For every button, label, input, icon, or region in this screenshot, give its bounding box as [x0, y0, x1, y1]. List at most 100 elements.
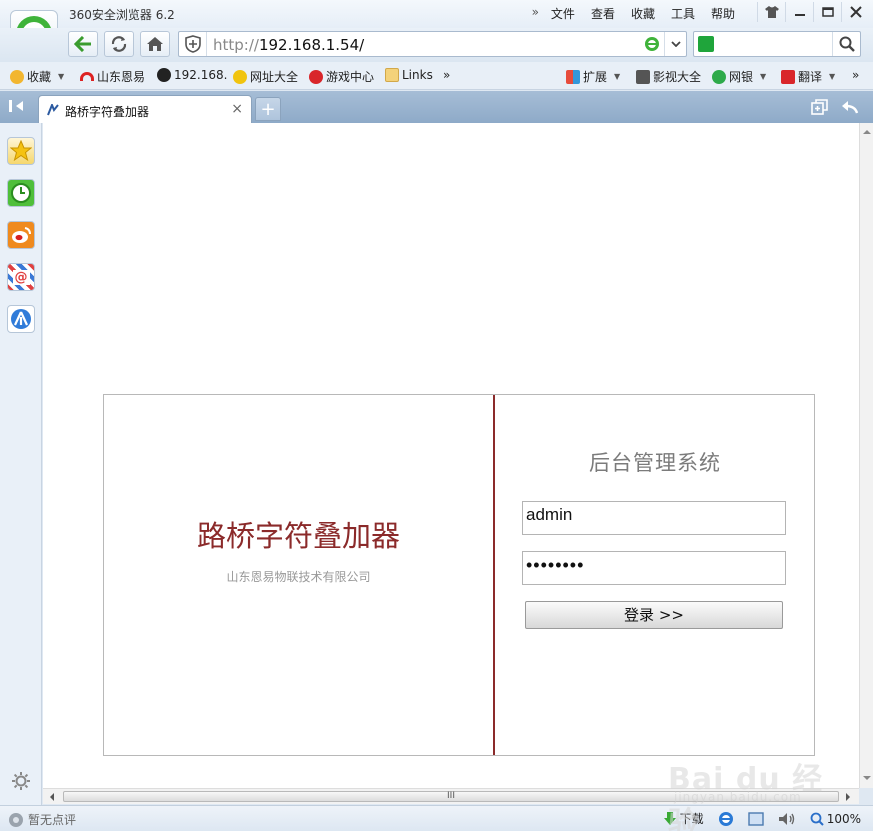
toolbar-video[interactable]: 影视大全 — [636, 68, 701, 85]
restore-tabs-icon[interactable] — [811, 99, 829, 115]
menu-view[interactable]: 查看 — [583, 5, 623, 22]
chevron-down-icon: ▼ — [614, 72, 621, 81]
bookmark-label: Links — [402, 68, 433, 82]
tab-close-button[interactable]: × — [231, 101, 243, 117]
password-input[interactable]: •••••••• — [522, 551, 786, 585]
minimize-button[interactable] — [785, 2, 813, 22]
bookmark-hao[interactable]: 网址大全 — [233, 68, 298, 85]
minimize-icon — [794, 14, 805, 16]
bookmark-ip[interactable]: 192.168. — [157, 68, 227, 82]
sidebar-mail[interactable]: @ — [7, 263, 35, 291]
game-icon — [309, 69, 323, 84]
scroll-down-icon[interactable] — [861, 773, 873, 783]
url-text[interactable]: http://192.168.1.54/ — [213, 36, 364, 54]
page-icon — [157, 68, 171, 82]
bookmark-shandong[interactable]: 山东恩易 — [80, 68, 145, 85]
sidebar-collapse-icon — [9, 100, 23, 112]
toolbar-bank[interactable]: 网银 ▼ — [712, 68, 766, 85]
settings-button[interactable] — [11, 771, 31, 794]
sidebar-toggle-button[interactable] — [8, 99, 28, 115]
bookmarks-more[interactable]: » — [443, 68, 450, 82]
chevron-down-icon: ▼ — [760, 72, 767, 81]
refresh-icon — [111, 36, 127, 52]
close-window-button[interactable] — [841, 2, 869, 22]
sidebar-weibo[interactable] — [7, 221, 35, 249]
chevron-down-icon — [670, 41, 681, 47]
url-host: 192.168.1.54/ — [258, 36, 365, 54]
menu-help[interactable]: 帮助 — [703, 5, 743, 22]
chevron-down-icon: ▼ — [829, 72, 836, 81]
maximize-icon — [821, 7, 834, 17]
back-button[interactable] — [68, 31, 98, 57]
app-title: 360安全浏览器 6.2 — [69, 8, 175, 22]
login-button[interactable]: 登录 >> — [525, 601, 783, 629]
toolbar-more[interactable]: » — [852, 68, 859, 82]
username-input[interactable]: admin — [522, 501, 786, 535]
company-name: 山东恩易物联技术有限公司 — [226, 570, 371, 584]
security-shield-button[interactable] — [179, 32, 207, 56]
page-favicon-icon — [47, 104, 59, 116]
new-tab-button[interactable]: + — [255, 97, 281, 121]
translate-icon — [781, 69, 795, 84]
plus-icon — [233, 69, 247, 84]
shirt-icon — [764, 6, 779, 18]
extension-label: 扩展 — [583, 70, 608, 84]
mail-at-icon: @ — [12, 269, 30, 285]
system-title: 后台管理系统 — [589, 451, 721, 475]
bookmark-links[interactable]: Links — [385, 68, 433, 82]
more-label: » — [852, 68, 860, 82]
extensions-icon — [566, 69, 580, 84]
tab-bar: 路桥字符叠加器 × + — [0, 91, 873, 123]
bookmark-games[interactable]: 游戏中心 — [309, 68, 374, 85]
film-icon — [636, 69, 650, 84]
gear-icon — [12, 772, 30, 790]
weibo-icon — [12, 227, 31, 243]
rating-icon — [9, 812, 23, 827]
vertical-scrollbar[interactable] — [859, 123, 873, 788]
search-button[interactable] — [832, 32, 860, 56]
bookmark-label: 游戏中心 — [326, 70, 375, 84]
menu-file[interactable]: 文件 — [543, 5, 583, 22]
bookmark-label: 网址大全 — [250, 70, 299, 84]
refresh-button[interactable] — [104, 31, 134, 57]
star-icon — [10, 140, 32, 162]
sidebar-app[interactable] — [7, 305, 35, 333]
toolbar-extensions[interactable]: 扩展 ▼ — [566, 68, 620, 85]
menu-bar: » 文件 查看 收藏 工具 帮助 — [528, 5, 743, 22]
watermark-url: jingyan.baidu.com — [674, 790, 802, 804]
url-protocol: http:// — [213, 36, 259, 54]
home-icon — [147, 37, 163, 51]
menu-tools[interactable]: 工具 — [663, 5, 703, 22]
bookmark-favorites[interactable]: 收藏 ▼ — [10, 68, 64, 85]
folder-icon — [385, 68, 399, 82]
scroll-up-icon[interactable] — [861, 127, 873, 137]
home-button[interactable] — [140, 31, 170, 57]
navigation-bar: http://192.168.1.54/ — [0, 28, 873, 62]
extension-label: 网银 — [729, 70, 754, 84]
shield-icon — [184, 35, 201, 53]
menu-favorites[interactable]: 收藏 — [623, 5, 663, 22]
search-box[interactable] — [693, 31, 861, 57]
search-icon — [839, 36, 855, 52]
ie-compat-icon[interactable] — [644, 36, 660, 52]
app-logo-icon — [11, 309, 31, 329]
scroll-left-icon[interactable] — [47, 791, 57, 803]
address-dropdown-button[interactable] — [664, 32, 686, 56]
maximize-button[interactable] — [813, 2, 841, 22]
sidebar-history[interactable] — [7, 179, 35, 207]
search-engine-icon[interactable] — [698, 36, 714, 52]
window-controls — [757, 2, 869, 22]
bookmark-label: 收藏 — [27, 70, 52, 84]
side-panel: @ — [0, 123, 42, 805]
extension-label: 影视大全 — [653, 70, 702, 84]
undo-close-icon[interactable] — [841, 99, 859, 115]
menu-chevron[interactable]: » — [528, 5, 543, 22]
skin-button[interactable] — [757, 2, 785, 22]
toolbar-translate[interactable]: 翻译 ▼ — [781, 68, 835, 85]
tab-active[interactable]: 路桥字符叠加器 × — [38, 95, 252, 123]
status-rating[interactable]: 暂无点评 — [8, 811, 76, 828]
star-add-icon — [10, 69, 24, 84]
sidebar-favorites[interactable] — [7, 137, 35, 165]
bank-icon — [712, 69, 726, 84]
address-bar[interactable]: http://192.168.1.54/ — [178, 31, 687, 57]
